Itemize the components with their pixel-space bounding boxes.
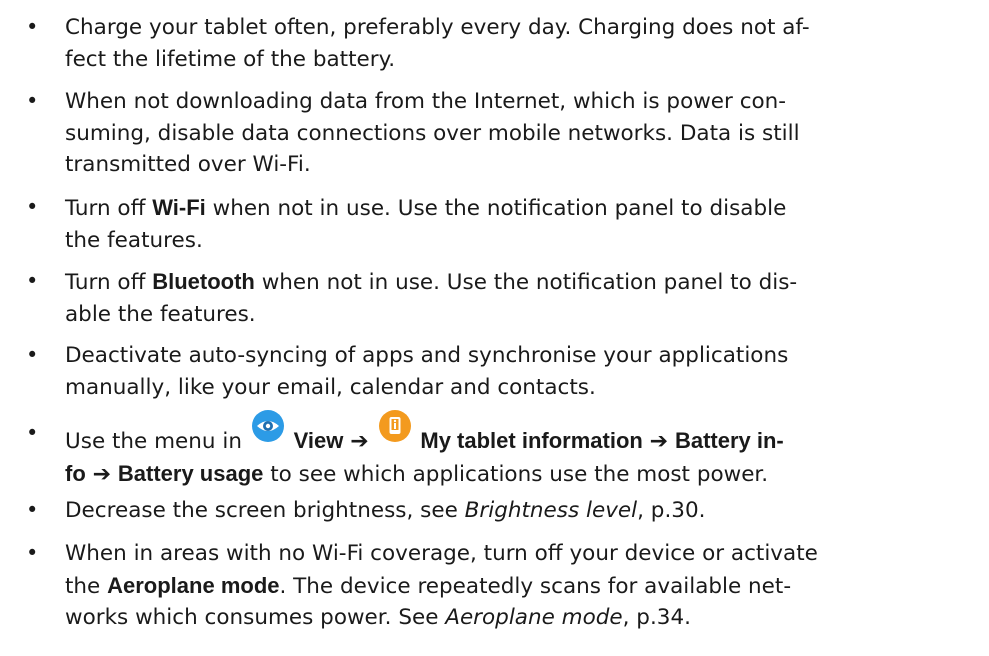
text-line: Turn off Wi-Fi when not in use. Use the … bbox=[65, 192, 970, 225]
text-run: Decrease the screen brightness, see bbox=[65, 498, 465, 523]
list-item-text: Turn off Wi-Fi when not in use. Use the … bbox=[65, 192, 970, 256]
list-item-text: Decrease the screen brightness, see Brig… bbox=[65, 495, 970, 527]
list-item-text: Turn off Bluetooth when not in use. Use … bbox=[65, 266, 970, 330]
bullet: • bbox=[26, 195, 39, 219]
text-line: fo ➔ Battery usage to see which applicat… bbox=[65, 458, 970, 491]
text-line: manually, like your email, calendar and … bbox=[65, 374, 596, 400]
text-run: to see which applications use the most p… bbox=[263, 461, 769, 487]
ui-term-aeroplane-mode: Aeroplane mode bbox=[107, 572, 280, 598]
text-line: When in areas with no Wi-Fi coverage, tu… bbox=[65, 541, 818, 566]
text-line: Use the menu in View ➔ My tablet informa… bbox=[65, 410, 970, 458]
text-line: suming, disable data connections over mo… bbox=[65, 120, 800, 146]
bullet: • bbox=[26, 343, 39, 367]
arrow-right-icon: ➔ bbox=[92, 461, 112, 487]
text-run: Turn off bbox=[65, 270, 153, 295]
menu-view: View bbox=[293, 428, 344, 453]
text-run: , p.30. bbox=[637, 498, 706, 523]
list-item-text: Use the menu in View ➔ My tablet informa… bbox=[65, 410, 970, 491]
arrow-right-icon: ➔ bbox=[649, 429, 669, 454]
text-line: Decrease the screen brightness, see Brig… bbox=[65, 495, 970, 527]
text-line: the Aeroplane mode. The device repeatedl… bbox=[65, 570, 970, 603]
menu-battery-info: Battery in- bbox=[674, 428, 784, 453]
text-line: able the features. bbox=[65, 301, 256, 327]
eye-icon bbox=[251, 410, 284, 442]
bullet: • bbox=[26, 269, 39, 293]
list-item-text: When in areas with no Wi-Fi coverage, tu… bbox=[65, 538, 970, 634]
list-item-text: Deactivate auto-syncing of apps and sync… bbox=[65, 340, 970, 403]
text-line: fect the lifetime of the battery. bbox=[65, 46, 396, 72]
document-page: • Charge your tablet often, preferably e… bbox=[0, 0, 989, 656]
text-line: transmitted over Wi-Fi. bbox=[65, 152, 311, 177]
list-item-text: Charge your tablet often, preferably eve… bbox=[65, 12, 970, 75]
menu-my-tablet-information: My tablet information bbox=[420, 428, 643, 453]
cross-reference: Aeroplane mode bbox=[445, 605, 623, 630]
text-run: Use the menu in bbox=[65, 429, 249, 454]
text-line: works which consumes power. See Aeroplan… bbox=[65, 602, 970, 634]
ui-term-bluetooth: Bluetooth bbox=[152, 269, 255, 294]
text-line: Charge your tablet often, preferably eve… bbox=[65, 15, 810, 40]
bullet: • bbox=[26, 498, 39, 522]
text-line: Turn off Bluetooth when not in use. Use … bbox=[65, 266, 970, 299]
text-run: Turn off bbox=[65, 196, 153, 221]
list-item-text: When not downloading data from the Inter… bbox=[65, 86, 970, 181]
bullet: • bbox=[26, 421, 39, 445]
text-run: . The device repeatedly scans for availa… bbox=[279, 573, 792, 599]
text-line: Deactivate auto-syncing of apps and sync… bbox=[65, 343, 789, 368]
text-run: when not in use. Use the notification pa… bbox=[254, 270, 798, 295]
tablet-info-icon bbox=[378, 410, 411, 442]
ui-term-wifi: Wi-Fi bbox=[152, 195, 206, 220]
text-run: the bbox=[65, 573, 108, 599]
text-line: the features. bbox=[65, 227, 203, 253]
arrow-right-icon: ➔ bbox=[350, 429, 369, 454]
bullet: • bbox=[26, 89, 39, 113]
text-run: works which consumes power. See bbox=[65, 605, 446, 630]
text-run: when not in use. Use the notification pa… bbox=[205, 196, 787, 221]
bullet: • bbox=[26, 541, 39, 565]
text-run: , p.34. bbox=[622, 605, 691, 630]
menu-battery-usage: Battery usage bbox=[117, 460, 264, 486]
text-line: When not downloading data from the Inter… bbox=[65, 89, 787, 114]
menu-battery-info-cont: fo bbox=[65, 460, 86, 486]
bullet: • bbox=[26, 15, 39, 39]
cross-reference: Brightness level bbox=[464, 498, 638, 523]
